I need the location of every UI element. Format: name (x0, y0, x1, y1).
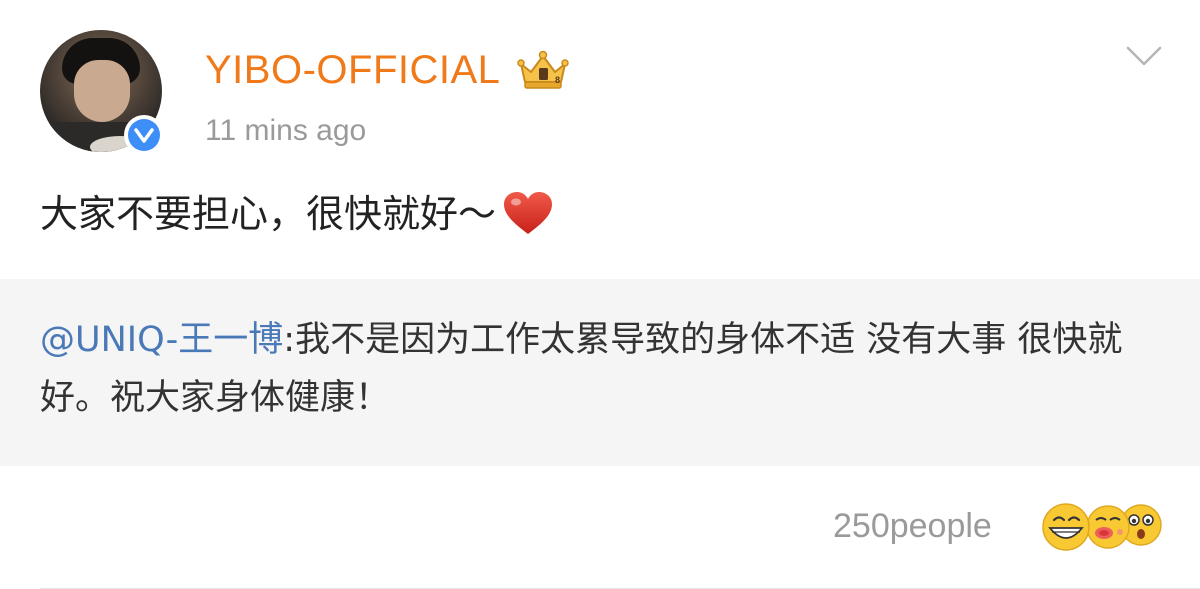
username[interactable]: YIBO-OFFICIAL (205, 44, 500, 96)
avatar-face (74, 60, 130, 122)
chevron-down-icon[interactable] (1124, 44, 1164, 68)
svg-text:8: 8 (555, 75, 560, 85)
post-content-text: 大家不要担心，很快就好～ (40, 192, 497, 236)
kissing-face-icon (1086, 505, 1130, 549)
repost-text: @UNIQ-王一博:我不是因为工作太累导致的身体不适 没有大事 很快就好。祝大家… (40, 311, 1150, 427)
post-content: 大家不要担心，很快就好～ (40, 186, 554, 242)
crown-icon: 8 (517, 50, 569, 89)
reaction-count[interactable]: 250people (833, 503, 992, 549)
post-timestamp: 11 mins ago (205, 114, 367, 147)
grinning-face-icon (1042, 503, 1090, 551)
heart-icon (504, 192, 553, 234)
reaction-emojis[interactable] (1036, 500, 1166, 552)
verified-badge-icon (124, 115, 164, 155)
mention-link[interactable]: @UNIQ-王一博 (40, 320, 283, 360)
